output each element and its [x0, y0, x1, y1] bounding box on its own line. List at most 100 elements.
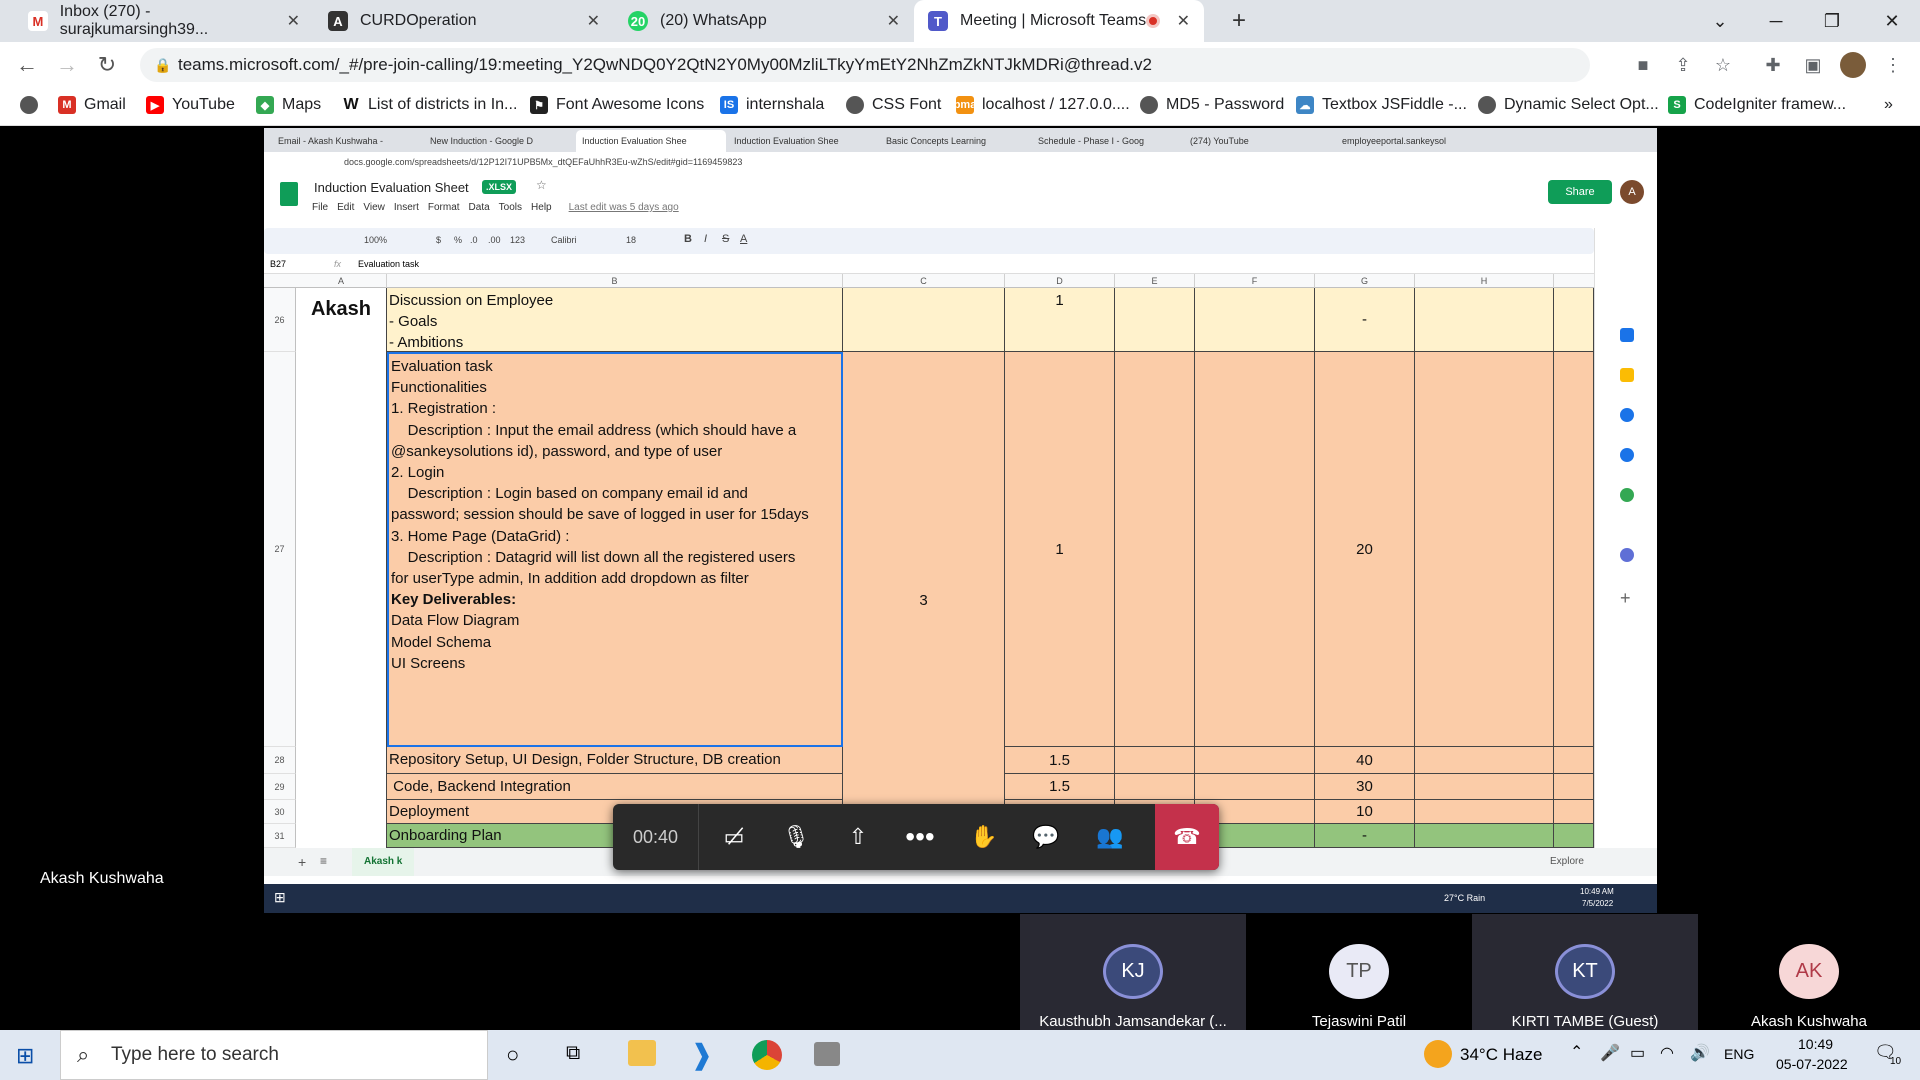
keep-icon[interactable]	[1620, 368, 1634, 382]
font-select[interactable]: Calibri	[551, 235, 577, 245]
column-header-b[interactable]: B	[387, 274, 843, 288]
shared-tab[interactable]: Schedule - Phase I - Goog	[1032, 130, 1182, 152]
bookmark-localhost[interactable]: pma localhost / 127.0.0....	[954, 96, 1130, 114]
cell-i26[interactable]	[1554, 288, 1594, 352]
menu-icon[interactable]: ⋮	[1880, 52, 1906, 78]
windows-start-button[interactable]: ⊞	[16, 1043, 34, 1069]
currency-button[interactable]: $	[436, 235, 441, 245]
camera-icon[interactable]: ■	[1630, 52, 1656, 78]
bookmark-wikipedia[interactable]: W List of districts in In...	[342, 96, 517, 114]
add-icon[interactable]: +	[1620, 588, 1631, 609]
cell-i29[interactable]	[1554, 774, 1594, 800]
column-header-c[interactable]: C	[843, 274, 1005, 288]
contacts-icon[interactable]	[1620, 448, 1634, 462]
bookmark-fontawesome[interactable]: ⚑ Font Awesome Icons	[530, 96, 704, 114]
cell-f29[interactable]	[1195, 774, 1315, 800]
clock-time[interactable]: 10:49	[1798, 1036, 1833, 1052]
wifi-icon[interactable]: ◠	[1660, 1043, 1674, 1063]
cell-h30[interactable]	[1415, 800, 1554, 824]
participant-tile[interactable]: AK Akash Kushwaha	[1698, 914, 1920, 1030]
cell-f26[interactable]	[1195, 288, 1315, 352]
menu-insert[interactable]: Insert	[394, 202, 419, 213]
url-field[interactable]: 🔒 teams.microsoft.com/_#/pre-join-callin…	[140, 48, 1590, 82]
cell-h31[interactable]	[1415, 824, 1554, 848]
share-icon[interactable]: ⇪	[1670, 52, 1696, 78]
new-tab-button[interactable]: +	[1218, 0, 1260, 42]
profile-avatar[interactable]	[1840, 52, 1866, 78]
taskbar-search-box[interactable]: ⌕ Type here to search	[60, 1030, 488, 1080]
shared-tab[interactable]: Basic Concepts Learning	[880, 130, 1030, 152]
bookmark-youtube[interactable]: ▶ YouTube	[146, 96, 235, 114]
maps-icon[interactable]	[1620, 488, 1634, 502]
close-icon[interactable]: ✕	[587, 11, 600, 31]
menu-tools[interactable]: Tools	[499, 202, 522, 213]
cell-b27-selected[interactable]: Evaluation task Functionalities 1. Regis…	[387, 352, 843, 747]
back-icon[interactable]: ←	[12, 50, 42, 80]
tasks-icon[interactable]	[1620, 408, 1634, 422]
cell-c26[interactable]	[843, 288, 1005, 352]
bookmark-internshala[interactable]: IS internshala	[720, 96, 824, 114]
menu-file[interactable]: File	[312, 202, 328, 213]
bookmarks-overflow-icon[interactable]: »	[1884, 96, 1893, 114]
column-header-f[interactable]: F	[1195, 274, 1315, 288]
bookmark-maps[interactable]: ◆ Maps	[256, 96, 321, 114]
weather-icon[interactable]	[1424, 1040, 1452, 1068]
cell-i30[interactable]	[1554, 800, 1594, 824]
shared-tab[interactable]: New Induction - Google D	[424, 130, 574, 152]
formula-input[interactable]: Evaluation task	[358, 259, 419, 269]
tab-gmail[interactable]: M Inbox (270) - surajkumarsingh39... ✕	[14, 0, 314, 42]
cell-g27[interactable]: 20	[1315, 352, 1415, 747]
decimal-decrease-button[interactable]: .0	[470, 235, 478, 245]
mic-tray-icon[interactable]: 🎤	[1600, 1043, 1620, 1063]
battery-icon[interactable]: ▭	[1630, 1043, 1645, 1063]
explore-button[interactable]: Explore	[1550, 856, 1584, 867]
row-number[interactable]: 30	[264, 800, 296, 824]
cell-b26[interactable]: Discussion on Employee - Goals - Ambitio…	[387, 288, 843, 352]
participant-tile[interactable]: KT KIRTI TAMBE (Guest)	[1472, 914, 1698, 1030]
bookmark-md5[interactable]: MD5 - Password	[1140, 96, 1284, 114]
shared-tab[interactable]: Email - Akash Kushwaha -	[272, 130, 422, 152]
menu-format[interactable]: Format	[428, 202, 460, 213]
bookmark-chrome-web[interactable]	[20, 96, 46, 114]
cell-e26[interactable]	[1115, 288, 1195, 352]
cell-a-name[interactable]: Akash	[296, 288, 387, 848]
row-number[interactable]: 29	[264, 774, 296, 800]
cell-g31[interactable]: -	[1315, 824, 1415, 848]
mic-button[interactable]: 🎙	[765, 804, 827, 870]
column-header-d[interactable]: D	[1005, 274, 1115, 288]
strikethrough-icon[interactable]: S	[722, 233, 729, 245]
account-avatar[interactable]: A	[1620, 180, 1644, 204]
participant-tile[interactable]: TP Tejaswini Patil	[1246, 914, 1472, 1030]
zoom-select[interactable]: 100%	[364, 235, 387, 245]
text-color-icon[interactable]: A	[740, 233, 747, 245]
camera-off-button[interactable]: ▭̸	[703, 804, 765, 870]
cell-i31[interactable]	[1554, 824, 1594, 848]
menu-view[interactable]: View	[363, 202, 385, 213]
cell-i28[interactable]	[1554, 747, 1594, 774]
row-number[interactable]: 26	[264, 288, 296, 352]
number-format-select[interactable]: 123	[510, 235, 525, 245]
language-indicator[interactable]: ENG	[1724, 1046, 1754, 1062]
font-size-select[interactable]: 18	[626, 235, 636, 245]
cell-d28[interactable]: 1.5	[1005, 747, 1115, 774]
maximize-button[interactable]: ❐	[1804, 0, 1860, 42]
cell-d27[interactable]: 1	[1005, 352, 1115, 747]
shared-tab[interactable]: (274) YouTube	[1184, 130, 1334, 152]
doc-title[interactable]: Induction Evaluation Sheet	[314, 180, 469, 195]
row-number[interactable]: 31	[264, 824, 296, 848]
shared-url[interactable]: docs.google.com/spreadsheets/d/12P12I71U…	[344, 157, 742, 167]
more-button[interactable]: •••	[889, 804, 951, 870]
column-header-e[interactable]: E	[1115, 274, 1195, 288]
cell-h28[interactable]	[1415, 747, 1554, 774]
cell-b28[interactable]: Repository Setup, UI Design, Folder Stru…	[387, 747, 843, 774]
close-window-button[interactable]: ✕	[1864, 0, 1920, 42]
tab-whatsapp[interactable]: 20 (20) WhatsApp ✕	[614, 0, 914, 42]
cell-e27[interactable]	[1115, 352, 1195, 747]
cell-f27[interactable]	[1195, 352, 1315, 747]
tab-curd[interactable]: A CURDOperation ✕	[314, 0, 614, 42]
vscode-icon[interactable]: ❱	[690, 1038, 713, 1071]
cell-e29[interactable]	[1115, 774, 1195, 800]
extensions-icon[interactable]: ✚	[1760, 52, 1786, 78]
share-screen-button[interactable]: ⇧	[827, 804, 889, 870]
close-icon[interactable]: ✕	[1177, 11, 1190, 31]
